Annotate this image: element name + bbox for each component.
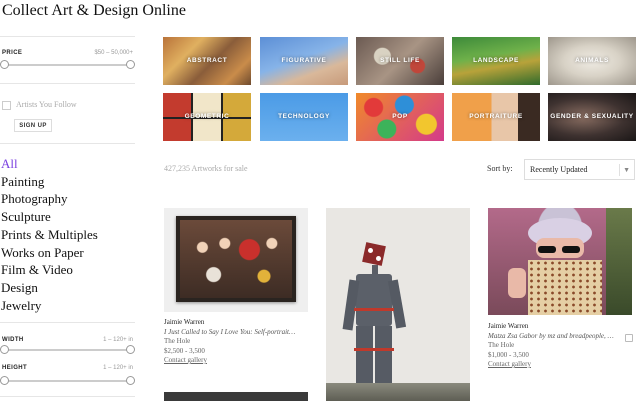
price-slider-min-handle[interactable]	[0, 60, 9, 69]
width-slider-track[interactable]	[4, 349, 130, 351]
medium-list: All Painting Photography Sculpture Print…	[1, 155, 98, 314]
height-filter-label: HEIGHT	[2, 365, 28, 371]
chevron-down-icon: ▼	[623, 166, 630, 174]
artwork-artist[interactable]: Jaimie Warren	[164, 318, 314, 328]
divider	[0, 396, 135, 397]
price-range-value: $50 – 50,000+	[94, 50, 133, 56]
medium-item-works-on-paper[interactable]: Works on Paper	[1, 244, 98, 262]
medium-item-painting[interactable]: Painting	[1, 173, 98, 191]
medium-item-prints-multiples[interactable]: Prints & Multiples	[1, 226, 98, 244]
divider	[0, 322, 135, 323]
medium-item-all[interactable]: All	[1, 155, 98, 173]
artwork-title[interactable]: Matza Zsa Gabor by mz and breadpeople, …	[488, 332, 638, 342]
sort-select[interactable]: Recently Updated ▼	[524, 159, 635, 180]
artwork-meta: Jaimie Warren Matza Zsa Gabor by mz and …	[488, 322, 638, 370]
artwork-title[interactable]: I Just Called to Say I Love You: Self-po…	[164, 328, 314, 338]
medium-item-jewelry[interactable]: Jewelry	[1, 297, 98, 315]
category-tile-still-life[interactable]: STILL LIFE	[356, 37, 444, 85]
divider	[0, 83, 135, 84]
height-slider-track[interactable]	[4, 380, 130, 382]
height-slider-max-handle[interactable]	[126, 376, 135, 385]
width-slider-max-handle[interactable]	[126, 345, 135, 354]
artwork-price: $2,500 - 3,500	[164, 346, 205, 355]
category-tile-animals[interactable]: ANIMALS	[548, 37, 636, 85]
contact-gallery-link[interactable]: Contact gallery	[488, 360, 638, 370]
page-title: Collect Art & Design Online	[2, 2, 186, 19]
artwork-count: 427,235 Artworks for sale	[164, 164, 248, 173]
artwork-price: $1,000 - 3,500	[488, 350, 529, 359]
sort-by-label: Sort by:	[487, 164, 513, 173]
artwork-image[interactable]	[164, 392, 308, 401]
artwork-meta: Jaimie Warren I Just Called to Say I Lov…	[164, 318, 314, 366]
category-tile-landscape[interactable]: LANDSCAPE	[452, 37, 540, 85]
category-tile-abstract[interactable]: ABSTRACT	[163, 37, 251, 85]
width-slider-min-handle[interactable]	[0, 345, 9, 354]
height-range-value: 1 – 120+ in	[103, 365, 133, 371]
artwork-image[interactable]	[164, 208, 308, 312]
divider	[0, 36, 135, 37]
medium-item-photography[interactable]: Photography	[1, 190, 98, 208]
medium-item-design[interactable]: Design	[1, 279, 98, 297]
sign-up-button[interactable]: SIGN UP	[14, 119, 52, 132]
category-tile-gender-sexuality[interactable]: GENDER & SEXUALITY	[548, 93, 636, 141]
artwork-gallery[interactable]: The Hole	[164, 337, 314, 347]
artists-you-follow-label: Artists You Follow	[16, 100, 77, 109]
artwork-image[interactable]	[326, 208, 470, 401]
contact-gallery-link[interactable]: Contact gallery	[164, 356, 314, 366]
width-range-value: 1 – 120+ in	[103, 337, 133, 343]
price-slider-track[interactable]	[4, 64, 130, 66]
height-slider-min-handle[interactable]	[0, 376, 9, 385]
category-tile-technology[interactable]: TECHNOLOGY	[260, 93, 348, 141]
category-tile-pop[interactable]: POP	[356, 93, 444, 141]
price-filter-label: PRICE	[2, 50, 23, 56]
artwork-artist[interactable]: Jaimie Warren	[488, 322, 638, 332]
category-tile-geometric[interactable]: GEOMETRIC	[163, 93, 251, 141]
medium-item-sculpture[interactable]: Sculpture	[1, 208, 98, 226]
artwork-gallery[interactable]: The Hole	[488, 341, 638, 351]
artists-you-follow-checkbox[interactable]	[2, 101, 11, 110]
category-tile-figurative[interactable]: FIGURATIVE	[260, 37, 348, 85]
sort-select-value: Recently Updated	[530, 165, 588, 174]
medium-item-film-video[interactable]: Film & Video	[1, 261, 98, 279]
divider	[0, 143, 135, 144]
category-tile-portraiture[interactable]: PORTRAITURE	[452, 93, 540, 141]
artwork-image[interactable]	[488, 208, 632, 315]
width-filter-label: WIDTH	[2, 337, 24, 343]
divider	[619, 164, 620, 176]
expand-icon[interactable]	[625, 334, 633, 342]
price-slider-max-handle[interactable]	[126, 60, 135, 69]
